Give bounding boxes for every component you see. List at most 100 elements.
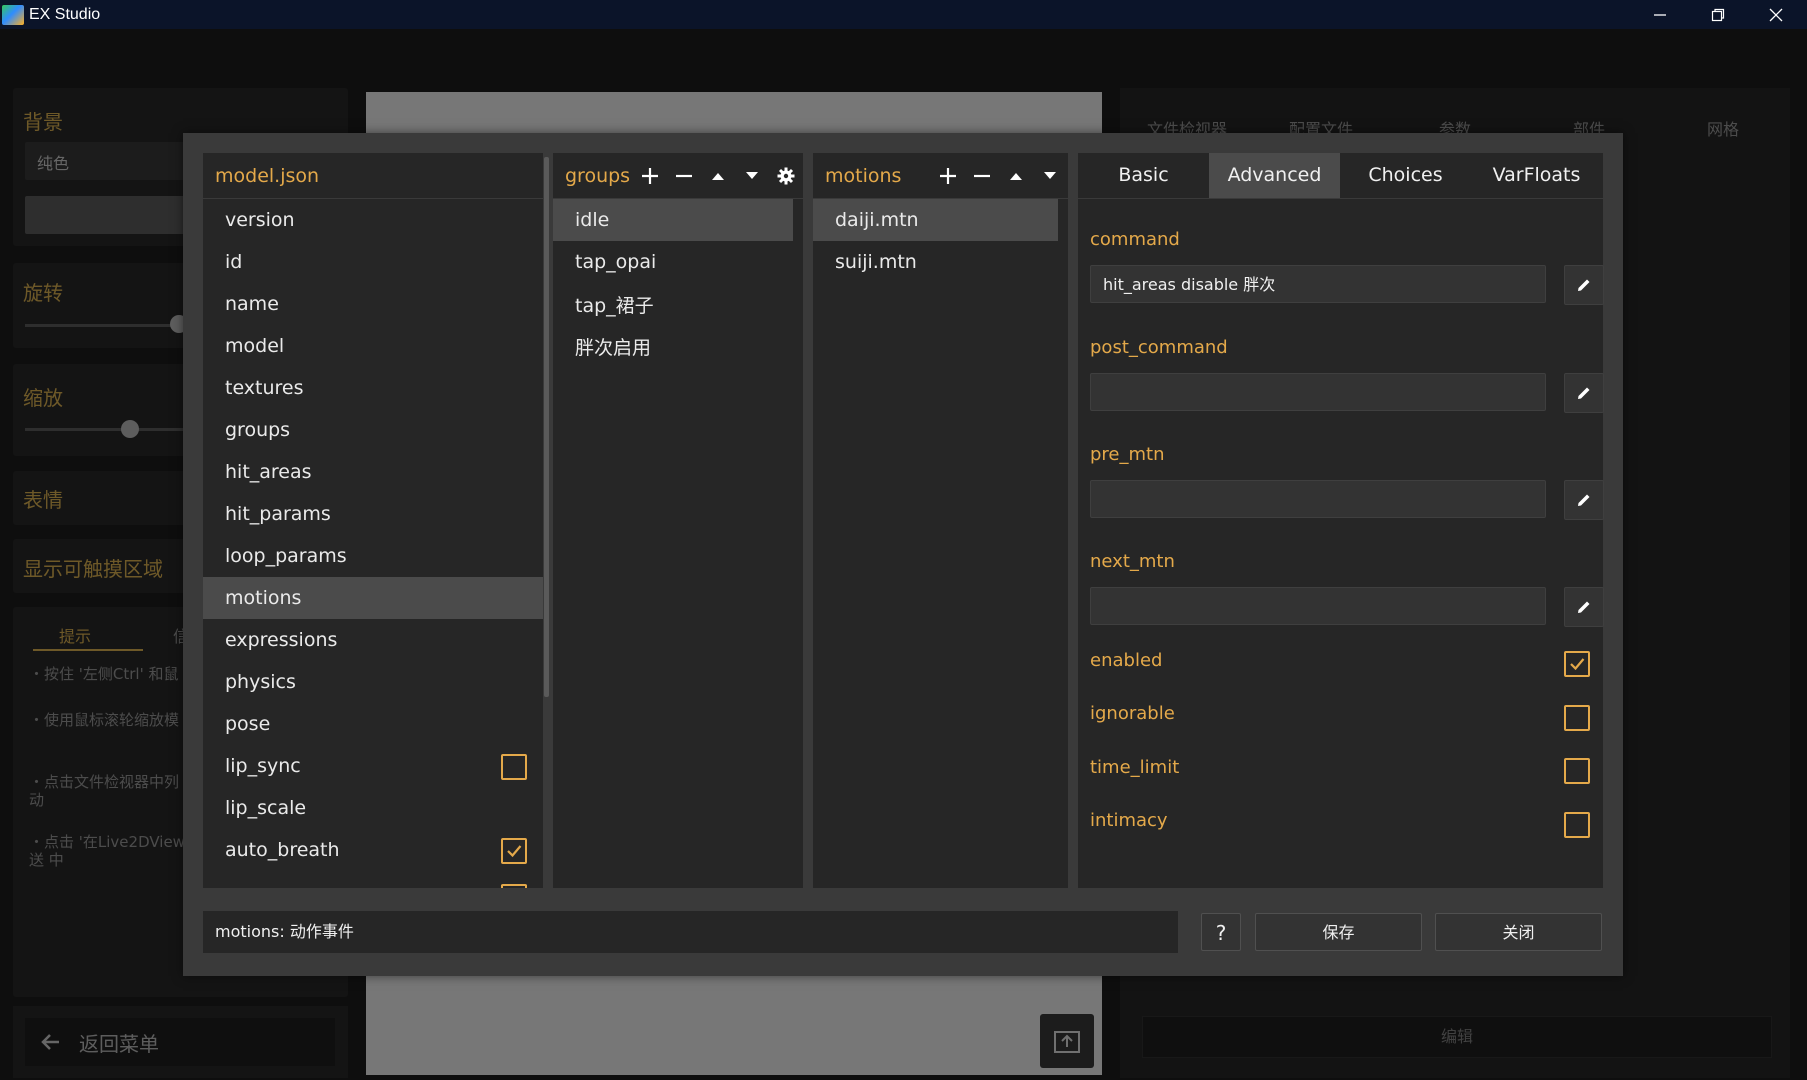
help-button[interactable]: ? bbox=[1201, 913, 1241, 951]
list-item[interactable]: id bbox=[203, 241, 543, 283]
list-item[interactable]: textures bbox=[203, 367, 543, 409]
list-item[interactable]: model bbox=[203, 325, 543, 367]
close-window-button[interactable] bbox=[1747, 0, 1805, 29]
list-item[interactable]: suiji.mtn bbox=[813, 241, 1058, 283]
caret-down-icon bbox=[746, 171, 758, 179]
next-mtn-label: next_mtn bbox=[1090, 551, 1175, 572]
remove-group-button[interactable] bbox=[667, 153, 701, 198]
move-group-up-button[interactable] bbox=[701, 153, 735, 198]
list-item[interactable]: lip_scale bbox=[203, 787, 543, 829]
checkmark-icon bbox=[507, 845, 522, 858]
list-item[interactable]: groups bbox=[203, 409, 543, 451]
file-keys-list: version id name model textures groups hi… bbox=[203, 199, 543, 871]
motions-panel: motions daiji.mtn suiji.mtn bbox=[813, 153, 1068, 888]
list-item-selected[interactable]: daiji.mtn bbox=[813, 199, 1058, 241]
auto-breath-checkbox[interactable] bbox=[501, 838, 527, 864]
group-settings-button[interactable] bbox=[769, 153, 803, 198]
time-limit-checkbox[interactable] bbox=[1564, 758, 1590, 784]
detail-tabs: Basic Advanced Choices VarFloats bbox=[1078, 153, 1603, 199]
pre-mtn-label: pre_mtn bbox=[1090, 444, 1165, 465]
list-item-label: auto_breath bbox=[225, 839, 340, 861]
status-description: motions: 动作事件 bbox=[203, 911, 1178, 953]
ignorable-checkbox[interactable] bbox=[1564, 705, 1590, 731]
motions-title: motions bbox=[825, 164, 902, 187]
list-item-label: motions bbox=[225, 587, 302, 609]
close-icon bbox=[1769, 8, 1783, 21]
list-item[interactable]: 胖次启用 bbox=[553, 325, 793, 367]
list-item-label: idle bbox=[575, 209, 610, 231]
plus-icon bbox=[642, 167, 658, 184]
caret-up-icon bbox=[712, 172, 724, 180]
title-bar: EX Studio bbox=[0, 0, 1807, 29]
restore-icon bbox=[1711, 8, 1725, 21]
file-keys-header: model.json bbox=[203, 153, 543, 199]
remove-motion-button[interactable] bbox=[965, 153, 999, 198]
list-item-label: groups bbox=[225, 419, 291, 441]
plus-icon bbox=[940, 167, 956, 184]
list-item-label: id bbox=[225, 251, 243, 273]
pencil-icon bbox=[1578, 601, 1590, 613]
minus-icon bbox=[676, 174, 692, 177]
list-item[interactable]: auto_breath bbox=[203, 829, 543, 871]
list-item[interactable]: tap_opai bbox=[553, 241, 793, 283]
post-command-input[interactable] bbox=[1090, 373, 1546, 411]
list-item-label: hit_areas bbox=[225, 461, 312, 483]
tab-basic[interactable]: Basic bbox=[1078, 153, 1209, 198]
edit-post-command-button[interactable] bbox=[1564, 373, 1604, 413]
edit-command-button[interactable] bbox=[1564, 265, 1604, 305]
motions-list: daiji.mtn suiji.mtn bbox=[813, 199, 1058, 283]
pencil-icon bbox=[1578, 494, 1590, 506]
command-input[interactable]: hit_areas disable 胖次 bbox=[1090, 265, 1546, 303]
add-group-button[interactable] bbox=[633, 153, 667, 198]
close-button[interactable]: 关闭 bbox=[1435, 913, 1602, 951]
minus-icon bbox=[974, 174, 990, 177]
edit-next-mtn-button[interactable] bbox=[1564, 587, 1604, 627]
pre-mtn-input[interactable] bbox=[1090, 480, 1546, 518]
move-group-down-button[interactable] bbox=[735, 153, 769, 198]
list-item-label: hit_params bbox=[225, 503, 331, 525]
list-item[interactable]: name bbox=[203, 283, 543, 325]
list-item[interactable]: hit_params bbox=[203, 493, 543, 535]
tab-varfloats[interactable]: VarFloats bbox=[1471, 153, 1602, 198]
enabled-checkbox[interactable] bbox=[1564, 651, 1590, 677]
lip-sync-checkbox[interactable] bbox=[501, 754, 527, 780]
groups-toolbar bbox=[633, 153, 803, 198]
edit-pre-mtn-button[interactable] bbox=[1564, 480, 1604, 520]
motion-detail-panel: Basic Advanced Choices VarFloats command… bbox=[1078, 153, 1604, 888]
time-limit-label: time_limit bbox=[1090, 757, 1180, 778]
app-logo-icon bbox=[2, 4, 24, 25]
list-item[interactable]: physics bbox=[203, 661, 543, 703]
file-keys-scrollbar[interactable] bbox=[544, 157, 549, 697]
intimacy-label: intimacy bbox=[1090, 810, 1168, 831]
restore-button[interactable] bbox=[1689, 0, 1747, 29]
intimacy-checkbox[interactable] bbox=[1564, 812, 1590, 838]
add-motion-button[interactable] bbox=[931, 153, 965, 198]
save-button[interactable]: 保存 bbox=[1255, 913, 1422, 951]
move-motion-down-button[interactable] bbox=[1033, 153, 1067, 198]
pencil-icon bbox=[1578, 279, 1590, 291]
list-item[interactable]: pose bbox=[203, 703, 543, 745]
file-keys-panel: model.json version id name model texture… bbox=[203, 153, 543, 888]
list-item-label: tap_裙子 bbox=[575, 294, 654, 317]
list-item[interactable]: version bbox=[203, 199, 543, 241]
list-item-label: lip_sync bbox=[225, 755, 301, 777]
window-title: EX Studio bbox=[29, 5, 101, 23]
tab-choices[interactable]: Choices bbox=[1340, 153, 1471, 198]
tab-advanced[interactable]: Advanced bbox=[1209, 153, 1340, 198]
minimize-button[interactable] bbox=[1631, 0, 1689, 29]
list-item-label: 胖次启用 bbox=[575, 336, 652, 359]
list-item-selected[interactable]: motions bbox=[203, 577, 543, 619]
groups-panel: groups idle tap_opai tap_裙子 胖次启用 bbox=[553, 153, 803, 888]
caret-up-icon bbox=[1010, 172, 1022, 180]
list-item-selected[interactable]: idle bbox=[553, 199, 793, 241]
list-item-label: version bbox=[225, 209, 295, 231]
list-item[interactable]: hit_areas bbox=[203, 451, 543, 493]
move-motion-up-button[interactable] bbox=[999, 153, 1033, 198]
list-item-label: name bbox=[225, 293, 279, 315]
next-mtn-input[interactable] bbox=[1090, 587, 1546, 625]
list-item[interactable]: expressions bbox=[203, 619, 543, 661]
list-item[interactable]: loop_params bbox=[203, 535, 543, 577]
list-item[interactable]: tap_裙子 bbox=[553, 283, 793, 325]
list-item[interactable]: lip_sync bbox=[203, 745, 543, 787]
motions-header: motions bbox=[813, 153, 1068, 199]
